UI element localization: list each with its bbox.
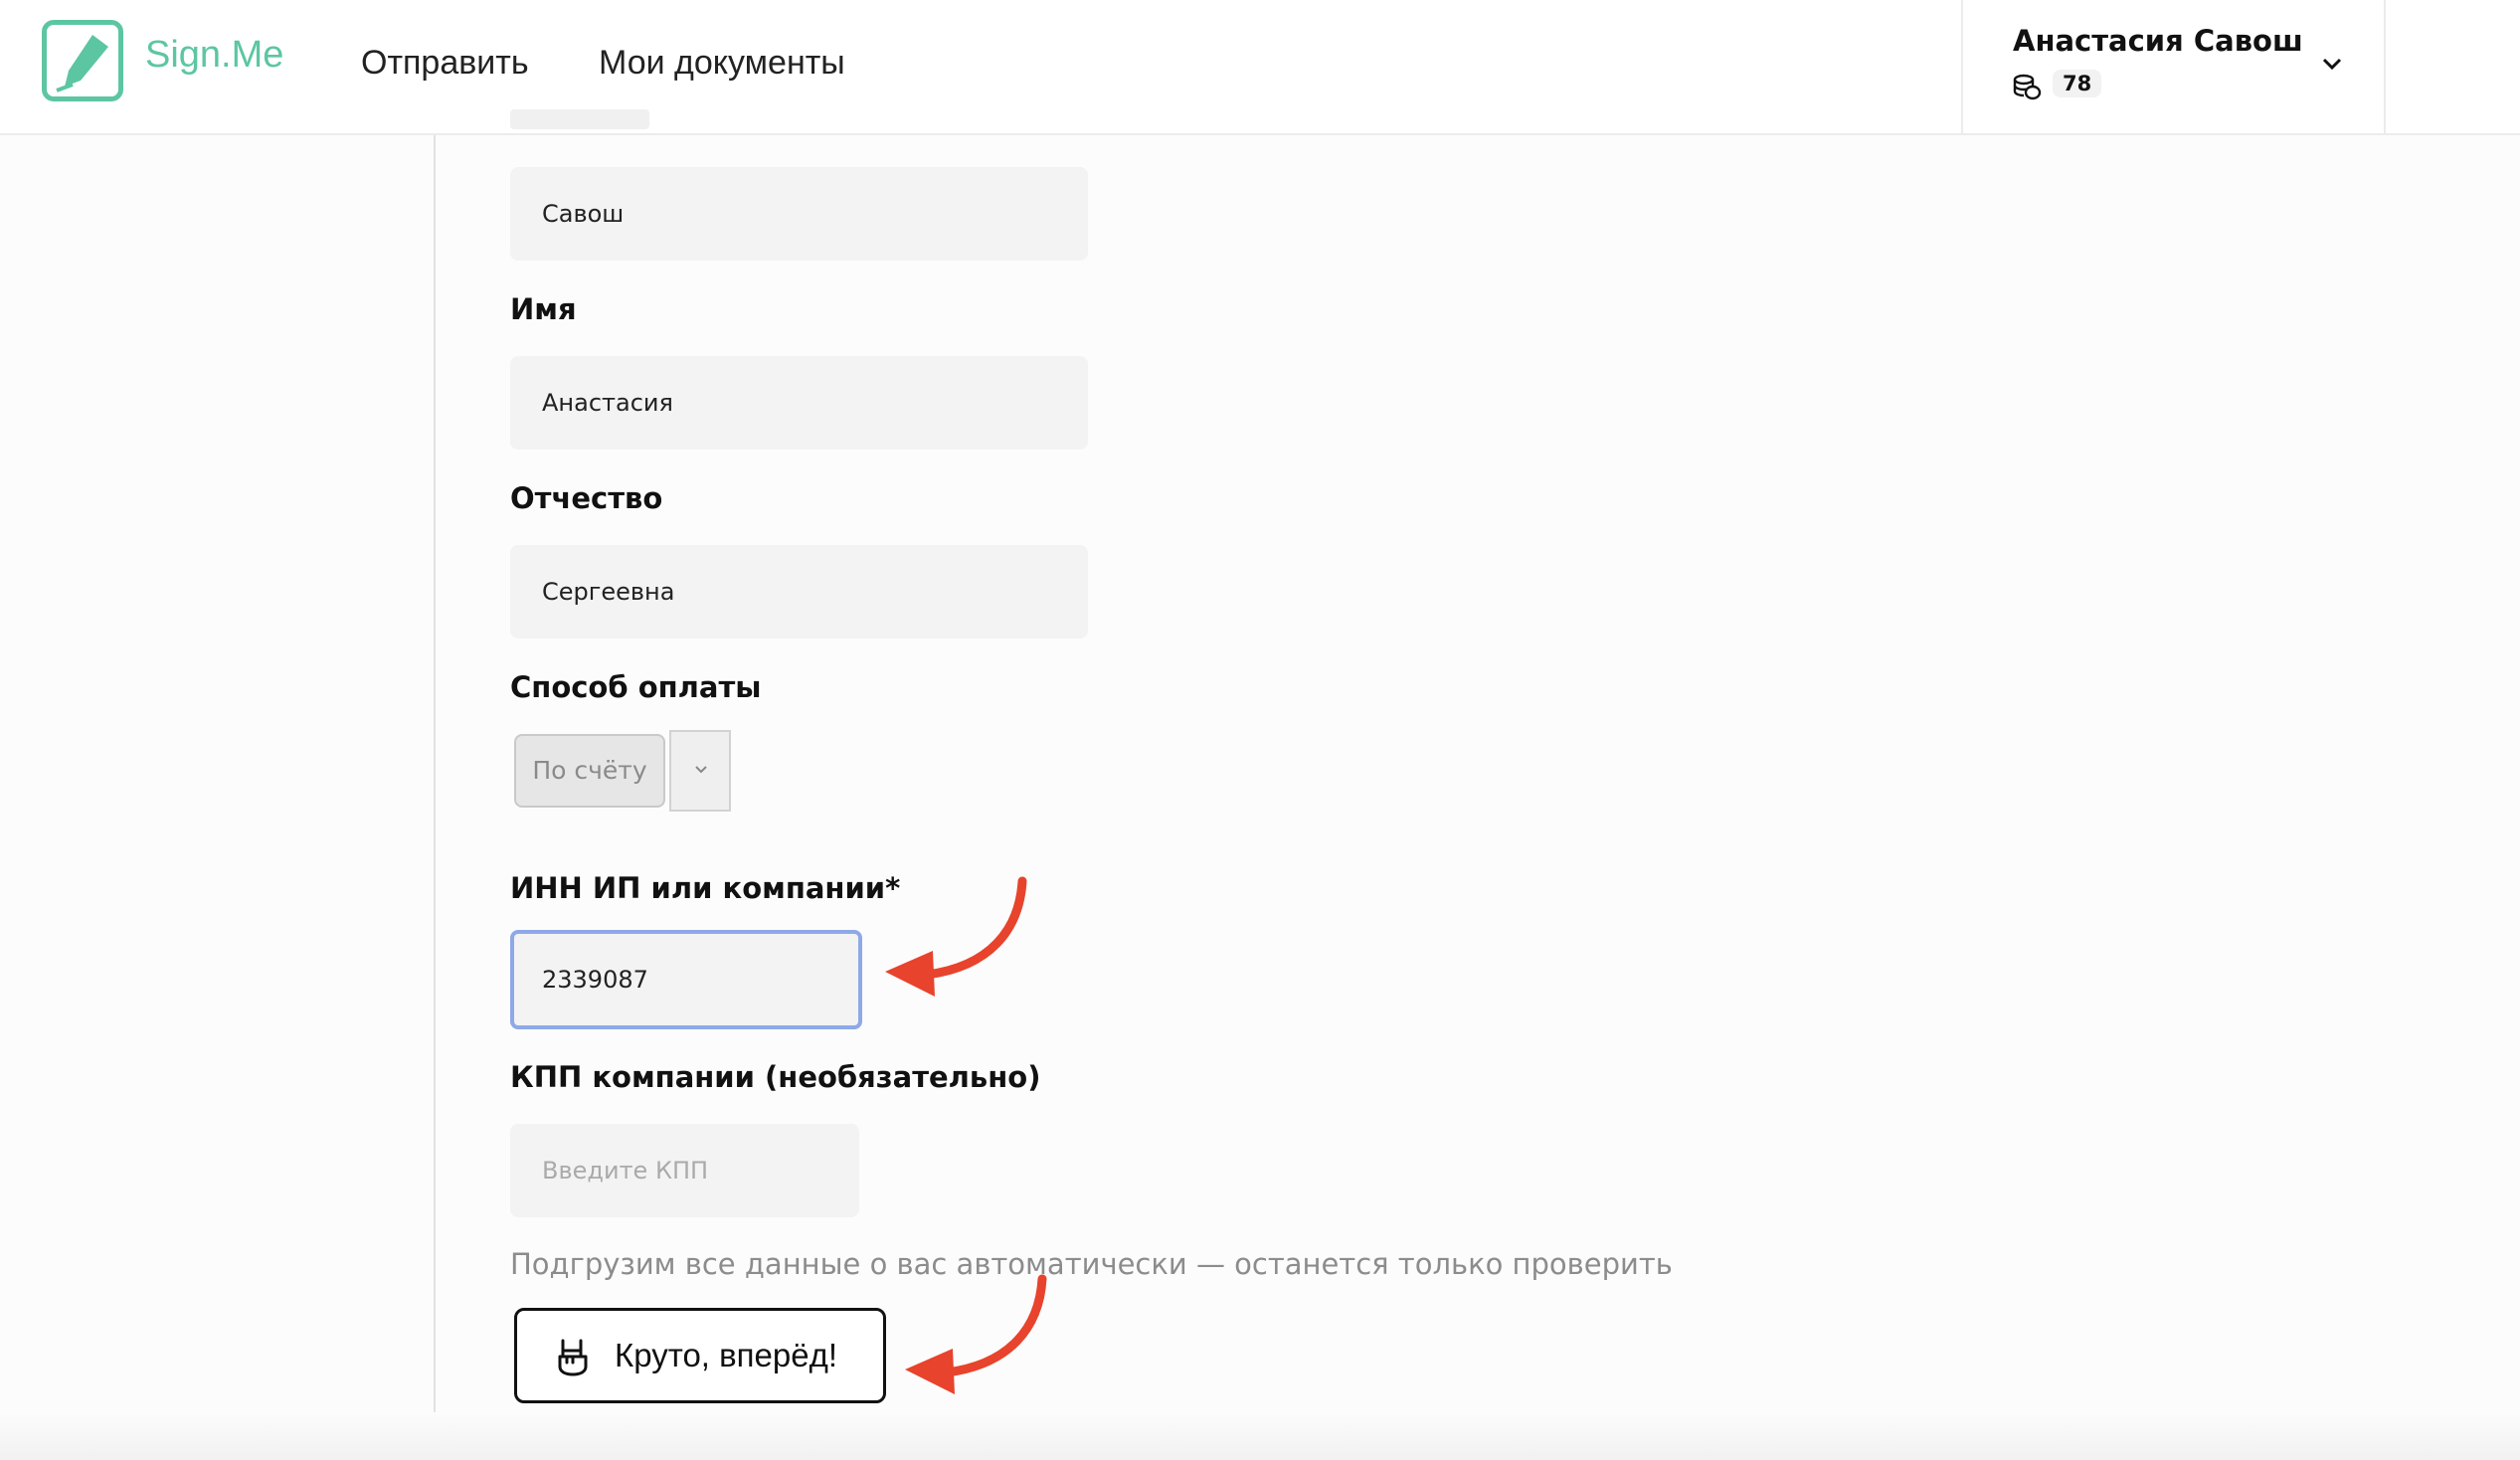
coins-icon (2013, 74, 2042, 100)
kpp-label: КПП компании (необязательно) (510, 1060, 1041, 1094)
last-name-input[interactable] (510, 167, 1088, 261)
user-menu[interactable]: Анастасия Савош 78 (1961, 0, 2386, 135)
first-name-input[interactable] (510, 356, 1088, 450)
annotation-arrow-submit (905, 1274, 1047, 1394)
rock-hand-icon (558, 1339, 588, 1376)
patronymic-label: Отчество (510, 481, 663, 515)
faded-label (510, 109, 649, 129)
nav-send-link[interactable]: Отправить (361, 44, 529, 83)
kpp-input[interactable] (510, 1124, 859, 1217)
bottom-shade (0, 1412, 2520, 1460)
inn-input[interactable] (510, 930, 862, 1029)
chevron-down-icon (695, 766, 707, 774)
autofill-hint: Подгрузим все данные о вас автоматически… (510, 1247, 1673, 1281)
logo-icon[interactable] (42, 20, 123, 101)
inn-label: ИНН ИП или компании* (510, 871, 901, 905)
submit-button[interactable]: Круто, вперёд! (514, 1308, 886, 1403)
annotation-arrow-inn (885, 876, 1027, 997)
coins-count: 78 (2053, 70, 2102, 97)
submit-button-label: Круто, вперёд! (615, 1337, 838, 1373)
patronymic-input[interactable] (510, 545, 1088, 639)
payment-method-dropdown-button[interactable] (669, 730, 731, 812)
sidebar-divider (434, 135, 436, 1460)
first-name-label: Имя (510, 292, 577, 326)
payment-method-label: Способ оплаты (510, 670, 762, 704)
chevron-down-icon[interactable] (2321, 56, 2343, 72)
logo-text[interactable]: Sign.Me (145, 34, 283, 77)
payment-method-select[interactable]: По счёту (514, 734, 665, 808)
user-name: Анастасия Савош (2013, 24, 2303, 58)
nav-documents-link[interactable]: Мои документы (599, 44, 845, 83)
top-header: Sign.Me Отправить Мои документы Анастаси… (0, 0, 2520, 135)
